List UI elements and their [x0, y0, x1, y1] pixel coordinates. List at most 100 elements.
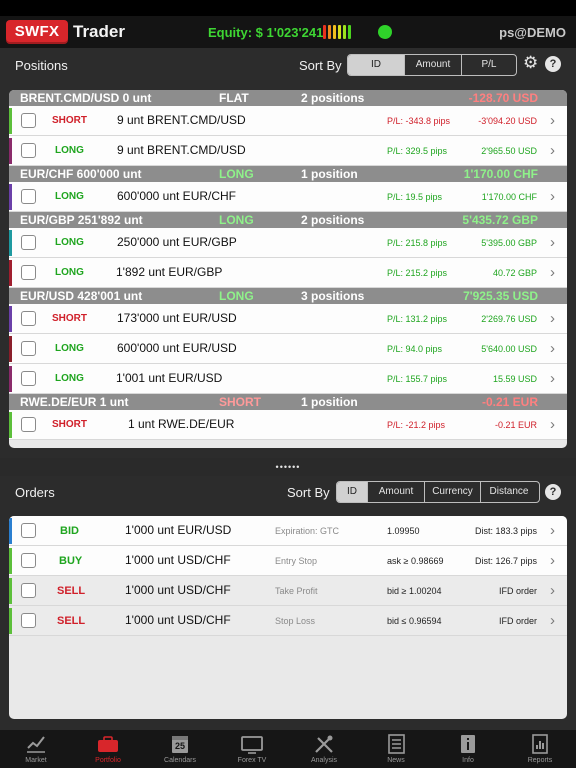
position-group-header[interactable]: RWE.DE/EUR 1 unt SHORT 1 position -0.21 EUR	[9, 394, 567, 410]
tab-reports[interactable]: Reports	[504, 730, 576, 768]
tab-info[interactable]: Info	[432, 730, 504, 768]
order-row[interactable]: SELL 1'000 unt USD/CHF Take Profit bid ≥ 1.…	[9, 576, 567, 606]
orders-sort-label: Sort By	[287, 485, 330, 500]
split-drag-handle[interactable]: ••••••	[0, 458, 576, 476]
chevron-right-icon[interactable]: ›	[550, 612, 555, 629]
sort-option-currency[interactable]: Currency	[424, 482, 480, 502]
row-accent	[9, 138, 12, 164]
position-row[interactable]: SHORT 1 unt RWE.DE/EUR P/L: -21.2 pips -0.2…	[9, 410, 567, 440]
status-strip	[0, 0, 576, 16]
position-row[interactable]: LONG 600'000 unt EUR/USD P/L: 94.0 pips 5'6…	[9, 334, 567, 364]
position-group-header[interactable]: EUR/CHF 600'000 unt LONG 1 position 1'170.0…	[9, 166, 567, 182]
row-checkbox[interactable]	[21, 553, 36, 568]
tab-news[interactable]: News	[360, 730, 432, 768]
group-side: FLAT	[219, 91, 249, 105]
connection-status-dot	[378, 25, 392, 39]
chevron-right-icon[interactable]: ›	[550, 234, 555, 251]
strength-bar	[348, 25, 351, 39]
sort-option-amount[interactable]: Amount	[367, 482, 424, 502]
chevron-right-icon[interactable]: ›	[550, 552, 555, 569]
tab-analysis[interactable]: Analysis	[288, 730, 360, 768]
position-row[interactable]: SHORT 9 unt BRENT.CMD/USD P/L: -343.8 pips…	[9, 106, 567, 136]
chevron-right-icon[interactable]: ›	[550, 340, 555, 357]
row-checkbox[interactable]	[21, 189, 36, 204]
row-checkbox[interactable]	[21, 143, 36, 158]
strength-bar	[328, 25, 331, 39]
chevron-right-icon[interactable]: ›	[550, 416, 555, 433]
row-checkbox[interactable]	[21, 613, 36, 628]
group-position-count: 1 position	[301, 167, 358, 181]
user-account[interactable]: ps@DEMO	[499, 25, 566, 40]
row-accent	[9, 108, 12, 134]
chevron-right-icon[interactable]: ›	[550, 522, 555, 539]
chevron-right-icon[interactable]: ›	[550, 370, 555, 387]
tab-label: Analysis	[310, 757, 338, 764]
position-side: SHORT	[52, 419, 87, 430]
row-checkbox[interactable]	[21, 235, 36, 250]
tab-portfolio[interactable]: Portfolio	[72, 730, 144, 768]
position-side: SHORT	[52, 313, 87, 324]
order-row[interactable]: SELL 1'000 unt USD/CHF Stop Loss bid ≤ 0.96…	[9, 606, 567, 636]
help-icon[interactable]: ?	[545, 484, 561, 500]
order-description: 1'000 unt USD/CHF	[125, 613, 231, 627]
order-price: bid ≥ 1.00204	[387, 586, 442, 596]
position-row[interactable]: LONG 250'000 unt EUR/GBP P/L: 215.8 pips 5'…	[9, 228, 567, 258]
row-checkbox[interactable]	[21, 417, 36, 432]
row-accent	[9, 548, 12, 574]
position-group-header[interactable]: EUR/GBP 251'892 unt LONG 2 positions 5'435.…	[9, 212, 567, 228]
position-row[interactable]: LONG 1'892 unt EUR/GBP P/L: 215.2 pips 40.7…	[9, 258, 567, 288]
order-row[interactable]: BID 1'000 unt EUR/USD Expiration: GTC 1.099…	[9, 516, 567, 546]
position-pl-value: 2'965.50 USD	[481, 146, 537, 156]
chevron-right-icon[interactable]: ›	[550, 142, 555, 159]
row-checkbox[interactable]	[21, 523, 36, 538]
position-description: 9 unt BRENT.CMD/USD	[117, 113, 246, 127]
gear-icon[interactable]: ⚙	[523, 54, 538, 72]
position-description: 1'892 unt EUR/GBP	[116, 265, 223, 279]
row-checkbox[interactable]	[21, 113, 36, 128]
calendar-day: 25	[174, 741, 185, 751]
order-row[interactable]: BUY 1'000 unt USD/CHF Entry Stop ask ≥ 0.98…	[9, 546, 567, 576]
position-row[interactable]: LONG 1'001 unt EUR/USD P/L: 155.7 pips 15.5…	[9, 364, 567, 394]
row-accent	[9, 518, 12, 544]
group-instrument: BRENT.CMD/USD 0 unt	[20, 91, 152, 105]
help-icon[interactable]: ?	[545, 56, 561, 72]
group-instrument: EUR/CHF 600'000 unt	[20, 167, 142, 181]
position-row[interactable]: LONG 9 unt BRENT.CMD/USD P/L: 329.5 pips 2'…	[9, 136, 567, 166]
row-checkbox[interactable]	[21, 341, 36, 356]
chevron-right-icon[interactable]: ›	[550, 188, 555, 205]
group-instrument: RWE.DE/EUR 1 unt	[20, 395, 129, 409]
row-checkbox[interactable]	[21, 371, 36, 386]
sort-option-p-l[interactable]: P/L	[461, 55, 516, 75]
position-pl-pips: P/L: 215.2 pips	[387, 268, 448, 278]
strength-bar	[338, 25, 341, 39]
tab-calendars[interactable]: 25 Calendars	[144, 730, 216, 768]
chevron-right-icon[interactable]: ›	[550, 582, 555, 599]
position-row[interactable]: LONG 600'000 unt EUR/CHF P/L: 19.5 pips 1'1…	[9, 182, 567, 212]
order-price: bid ≤ 0.96594	[387, 616, 442, 626]
sort-option-id[interactable]: ID	[337, 482, 367, 502]
tab-market[interactable]: Market	[0, 730, 72, 768]
order-info: Dist: 126.7 pips	[474, 556, 537, 566]
position-group-header[interactable]: EUR/USD 428'001 unt LONG 3 positions 7'925.…	[9, 288, 567, 304]
chevron-right-icon[interactable]: ›	[550, 264, 555, 281]
order-type: Expiration: GTC	[275, 526, 340, 536]
chevron-right-icon[interactable]: ›	[550, 112, 555, 129]
order-description: 1'000 unt EUR/USD	[125, 523, 232, 537]
tab-label: Forex TV	[237, 757, 267, 764]
tab-forex-tv[interactable]: Forex TV	[216, 730, 288, 768]
order-side: BUY	[59, 555, 83, 567]
position-group-header[interactable]: BRENT.CMD/USD 0 unt FLAT 2 positions -128.7…	[9, 90, 567, 106]
order-info: IFD order	[498, 586, 537, 596]
chevron-right-icon[interactable]: ›	[550, 310, 555, 327]
group-side: LONG	[219, 213, 254, 227]
sort-option-id[interactable]: ID	[348, 55, 404, 75]
position-row[interactable]: SHORT 173'000 unt EUR/USD P/L: 131.2 pips 2…	[9, 304, 567, 334]
row-checkbox[interactable]	[21, 265, 36, 280]
order-side: BID	[60, 525, 79, 537]
row-checkbox[interactable]	[21, 583, 36, 598]
sort-option-amount[interactable]: Amount	[404, 55, 461, 75]
sort-option-distance[interactable]: Distance	[480, 482, 537, 502]
group-pl: 1'170.00 CHF	[463, 167, 538, 181]
row-checkbox[interactable]	[21, 311, 36, 326]
positions-sort-segmented-control: ID Amount P/L	[347, 54, 517, 76]
